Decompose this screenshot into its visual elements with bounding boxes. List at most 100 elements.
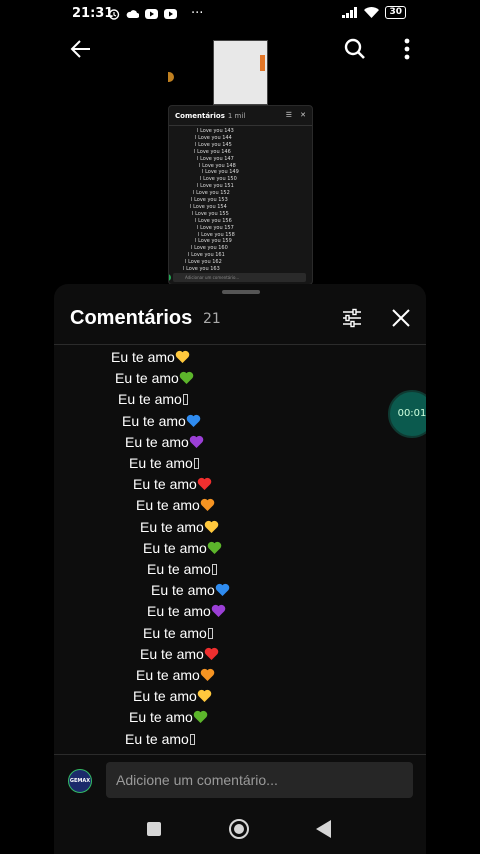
mini-comment-line: I Love you 144 — [195, 134, 232, 141]
comment-text: Eu te amo — [129, 455, 193, 471]
comment-text: Eu te amo — [136, 497, 200, 514]
yellow-heart-icon — [197, 690, 212, 703]
mini-close-icon: ✕ — [300, 111, 306, 119]
comment-text: Eu te amo — [122, 412, 186, 429]
comment-text: Eu te amo — [143, 624, 207, 641]
mini-comment-line: I Love you 143 — [197, 128, 234, 134]
video-comments-preview: Comentários 1 mil ☰ ✕ I Love you 143 I Lov… — [168, 105, 313, 285]
close-icon[interactable] — [390, 307, 412, 329]
yellow-heart-icon — [204, 520, 219, 533]
mini-comment-line: I Love you 149 — [202, 169, 239, 176]
missing-glyph-icon — [182, 394, 188, 406]
youtube-icon — [164, 8, 177, 19]
comments-title: Comentários — [70, 307, 193, 329]
comment-text: Eu te amo — [115, 370, 179, 387]
back-arrow-icon[interactable] — [70, 38, 92, 60]
search-icon[interactable] — [344, 38, 366, 60]
more-notifications-icon: ··· — [191, 6, 204, 21]
missing-glyph-icon — [211, 564, 217, 575]
comment-text: Eu te amo — [129, 709, 193, 726]
missing-glyph-icon — [207, 627, 213, 639]
missing-glyph-icon — [193, 458, 199, 469]
mini-comment-line: I Love you 151 — [197, 183, 234, 190]
orange-heart-icon — [200, 668, 215, 681]
comment-text: Eu te amo — [136, 667, 200, 683]
video-screenshot-thumbnail — [213, 40, 268, 105]
comment-text: Eu te amo — [133, 688, 197, 705]
mini-comment-line: I Love you 146 — [194, 148, 231, 155]
status-bar: 21:31 ··· 30 — [0, 0, 480, 28]
red-heart-icon — [197, 478, 212, 491]
mini-comment-line: I Love you 156 — [195, 217, 232, 224]
comment-line: Eu te amo — [136, 497, 215, 513]
drag-handle[interactable] — [222, 290, 260, 294]
wifi-icon — [364, 7, 380, 18]
comment-text: Eu te amo — [147, 561, 211, 577]
comment-text: Eu te amo — [140, 645, 204, 662]
comment-line: Eu te amo — [133, 688, 212, 704]
comment-line: Eu te amo — [143, 625, 213, 641]
comment-line: Eu te amo — [133, 476, 212, 492]
mini-comment-line: I Love you 150 — [200, 176, 237, 183]
comment-line: Eu te amo — [143, 540, 222, 556]
signal-icon — [342, 7, 358, 18]
recent-apps-button[interactable] — [147, 822, 161, 836]
cloud-icon — [126, 9, 139, 18]
comment-line: Eu te amo — [129, 455, 199, 471]
back-button[interactable] — [316, 820, 331, 838]
mini-comment-line: I Love you 154 — [190, 203, 227, 210]
home-button[interactable] — [229, 819, 249, 839]
mini-comment-line: I Love you 163 — [183, 266, 220, 272]
comment-line: Eu te amo — [125, 731, 195, 747]
comment-line: Eu te amo — [140, 519, 219, 535]
comment-text: Eu te amo — [143, 539, 207, 556]
android-nav-bar — [54, 800, 426, 854]
mini-title: Comentários — [175, 112, 225, 120]
mini-comment-line: I Love you 147 — [197, 155, 234, 162]
mini-comment-line: I Love you 145 — [195, 141, 232, 148]
comment-text: Eu te amo — [133, 476, 197, 493]
comment-line: Eu te amo — [140, 646, 219, 662]
comment-line: Eu te amo — [151, 582, 230, 598]
comment-line: Eu te amo — [111, 349, 190, 365]
mini-comment-line: I Love you 152 — [193, 190, 230, 197]
comment-line: Eu te amo — [136, 667, 215, 683]
comment-line: Eu te amo — [118, 391, 188, 407]
comment-text: Eu te amo — [111, 349, 175, 365]
comment-text: Eu te amo — [118, 391, 182, 408]
mini-comment-line: I Love you 161 — [188, 252, 225, 259]
floating-timer[interactable]: 00:01 — [388, 390, 426, 438]
avatar: GEMAX — [68, 769, 92, 793]
mini-input: Adicionar um comentário... — [169, 273, 306, 282]
yellow-heart-icon — [175, 350, 190, 363]
alarm-icon — [108, 8, 120, 20]
mini-count: 1 mil — [227, 112, 246, 120]
comment-line: Eu te amo — [129, 709, 208, 725]
mini-comment-line: I Love you 157 — [197, 224, 234, 231]
orange-heart-icon — [200, 499, 215, 512]
filter-icon[interactable] — [341, 307, 363, 329]
more-options-icon[interactable] — [404, 38, 410, 60]
comments-header: Comentários 21 — [54, 298, 426, 345]
mini-comment-line: I Love you 155 — [192, 210, 229, 217]
comment-text: Eu te amo — [125, 730, 189, 747]
mini-comment-line: I Love you 158 — [198, 231, 235, 238]
mini-comment-line: I Love you 153 — [191, 197, 228, 203]
red-heart-icon — [204, 647, 219, 660]
mini-comment-line: I Love you 160 — [191, 245, 228, 252]
mini-comment-line: I Love you 162 — [185, 259, 222, 266]
mini-filter-icon: ☰ — [285, 111, 292, 119]
comment-line: Eu te amo — [115, 370, 194, 386]
battery-indicator: 30 — [385, 6, 406, 19]
comments-count: 21 — [203, 311, 221, 327]
comment-text: Eu te amo — [140, 518, 204, 535]
comment-line: Eu te amo — [122, 413, 201, 429]
green-heart-icon — [179, 372, 194, 385]
mini-comment-line: I Love you 148 — [199, 162, 236, 169]
comment-line: Eu te amo — [147, 603, 226, 619]
comment-input[interactable] — [106, 762, 413, 798]
comment-text: Eu te amo — [147, 603, 211, 620]
youtube-icon — [145, 8, 158, 19]
comment-text: Eu te amo — [151, 582, 215, 599]
comment-line: Eu te amo — [147, 561, 217, 577]
